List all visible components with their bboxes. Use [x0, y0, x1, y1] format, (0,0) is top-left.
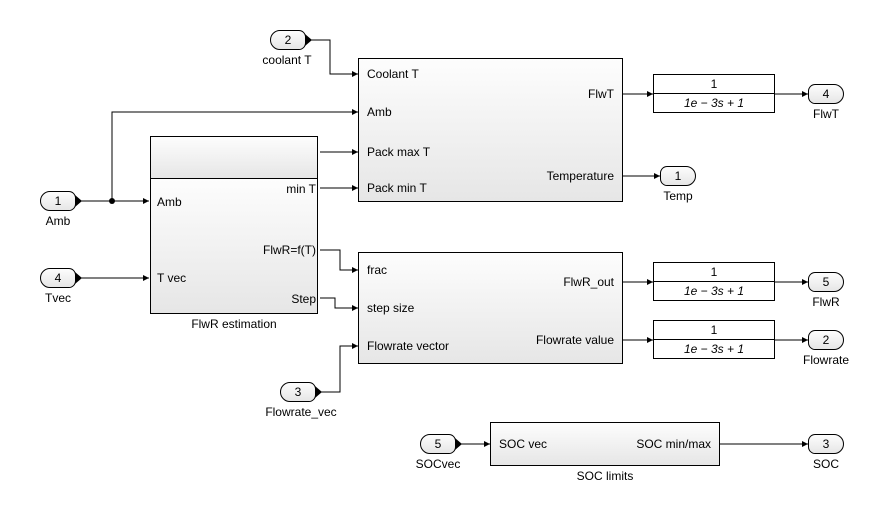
tfn-den: 1e − 3s + 1	[654, 94, 774, 112]
inport-coolant-t-label: coolant T	[252, 53, 322, 67]
port-label-min-t: min T	[280, 182, 316, 196]
tfn-num: 1	[654, 263, 774, 282]
tfn-num: 1	[654, 75, 774, 94]
port-label-flowrate-vector: Flowrate vector	[367, 339, 449, 353]
port-label-top-amb: Amb	[367, 105, 392, 119]
inport-tvec-label: Tvec	[36, 291, 80, 305]
inport-coolant-t[interactable]: 2	[270, 30, 306, 50]
block-soc-limits-caption: SOC limits	[490, 469, 720, 483]
port-label-soc-vec: SOC vec	[499, 437, 547, 451]
outport-soc[interactable]: 3	[808, 434, 844, 454]
block-flwr-estimation-ext	[150, 136, 318, 178]
outport-soc-label: SOC	[800, 457, 852, 471]
port-label-flwr-ft: FlwR=f(T)	[254, 243, 316, 257]
tfn-num: 1	[654, 321, 774, 340]
port-label-step-size: step size	[367, 301, 414, 315]
outport-flowrate-label: Flowrate	[792, 353, 860, 367]
outport-temp-label: Temp	[652, 189, 704, 203]
port-label-flowrate-value: Flowrate value	[536, 333, 614, 347]
block-thermal[interactable]: Coolant T Amb Pack max T Pack min T FlwT…	[358, 58, 623, 202]
inport-tvec[interactable]: 4	[40, 268, 76, 288]
outport-flwt[interactable]: 4	[808, 84, 844, 104]
port-label-pack-max-t: Pack max T	[367, 145, 430, 159]
port-label-amb: Amb	[157, 195, 182, 209]
outport-flwr-label: FlwR	[802, 295, 850, 309]
tfn-den: 1e − 3s + 1	[654, 340, 774, 358]
outport-flwr[interactable]: 5	[808, 272, 844, 292]
port-label-frac: frac	[367, 263, 387, 277]
inport-socvec[interactable]: 5	[420, 434, 456, 454]
outport-temp[interactable]: 1	[660, 166, 696, 186]
outport-flwt-label: FlwT	[802, 107, 850, 121]
inport-socvec-label: SOCvec	[406, 457, 470, 471]
port-label-step: Step	[286, 292, 316, 306]
tfn-den: 1e − 3s + 1	[654, 282, 774, 300]
port-label-temperature: Temperature	[547, 169, 614, 183]
transfer-fn-flwr[interactable]: 1 1e − 3s + 1	[653, 262, 775, 301]
port-label-flwt: FlwT	[588, 87, 614, 101]
inport-flowrate-vec-label: Flowrate_vec	[256, 405, 346, 419]
outport-flowrate[interactable]: 2	[808, 330, 844, 350]
block-soc-limits[interactable]: SOC vec SOC min/max	[490, 422, 720, 466]
inport-amb-label: Amb	[40, 214, 76, 228]
port-label-pack-min-t: Pack min T	[367, 181, 427, 195]
block-flowrate[interactable]: frac step size Flowrate vector FlwR_out …	[358, 252, 623, 364]
inport-flowrate-vec[interactable]: 3	[280, 382, 316, 402]
transfer-fn-flwt[interactable]: 1 1e − 3s + 1	[653, 74, 775, 113]
port-label-soc-minmax: SOC min/max	[636, 437, 711, 451]
port-label-coolant-t: Coolant T	[367, 67, 419, 81]
block-flwr-estimation-caption: FlwR estimation	[150, 317, 318, 331]
simulink-diagram: 1 Amb 4 Tvec 2 coolant T 3 Flowrate_vec …	[0, 0, 892, 531]
port-label-tvec: T vec	[157, 271, 186, 285]
inport-amb[interactable]: 1	[40, 191, 76, 211]
port-label-flwr-out: FlwR_out	[563, 275, 614, 289]
transfer-fn-flowrate[interactable]: 1 1e − 3s + 1	[653, 320, 775, 359]
